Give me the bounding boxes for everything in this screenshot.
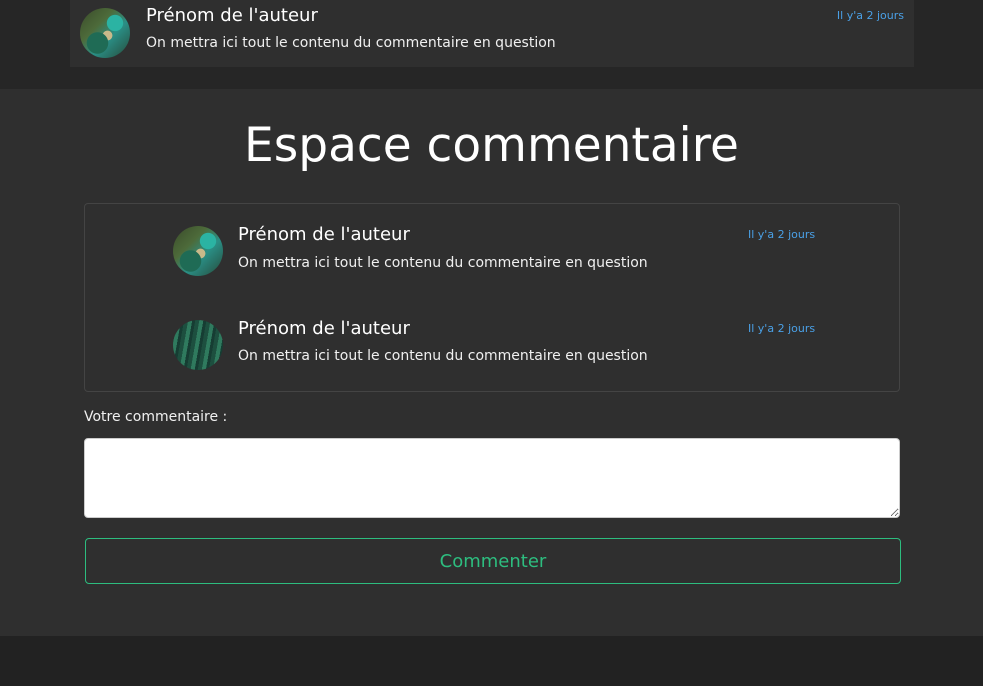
- comment-submit-button[interactable]: Commenter: [85, 538, 901, 584]
- comment-text: On mettra ici tout le contenu du comment…: [238, 255, 648, 271]
- comment-author: Prénom de l'auteur: [238, 318, 410, 339]
- comment-time: Il y'a 2 jours: [836, 9, 904, 22]
- comment-text: On mettra ici tout le contenu du comment…: [146, 35, 556, 51]
- comments-list: Prénom de l'auteur On mettra ici tout le…: [84, 203, 900, 392]
- comment-author: Prénom de l'auteur: [238, 224, 410, 245]
- comment-time: Il y'a 2 jours: [748, 228, 816, 241]
- comment-author: Prénom de l'auteur: [146, 5, 318, 26]
- comment-time: Il y'a 2 jours: [748, 322, 816, 335]
- author-avatar: [173, 226, 223, 276]
- page-title: Espace commentaire: [244, 118, 739, 173]
- comment-input[interactable]: [84, 438, 900, 518]
- author-avatar: [173, 320, 223, 370]
- author-avatar: [80, 8, 130, 58]
- comment-text: On mettra ici tout le contenu du comment…: [238, 348, 648, 364]
- top-comment: Prénom de l'auteur On mettra ici tout le…: [70, 0, 914, 67]
- comment-field-label: Votre commentaire :: [84, 409, 228, 425]
